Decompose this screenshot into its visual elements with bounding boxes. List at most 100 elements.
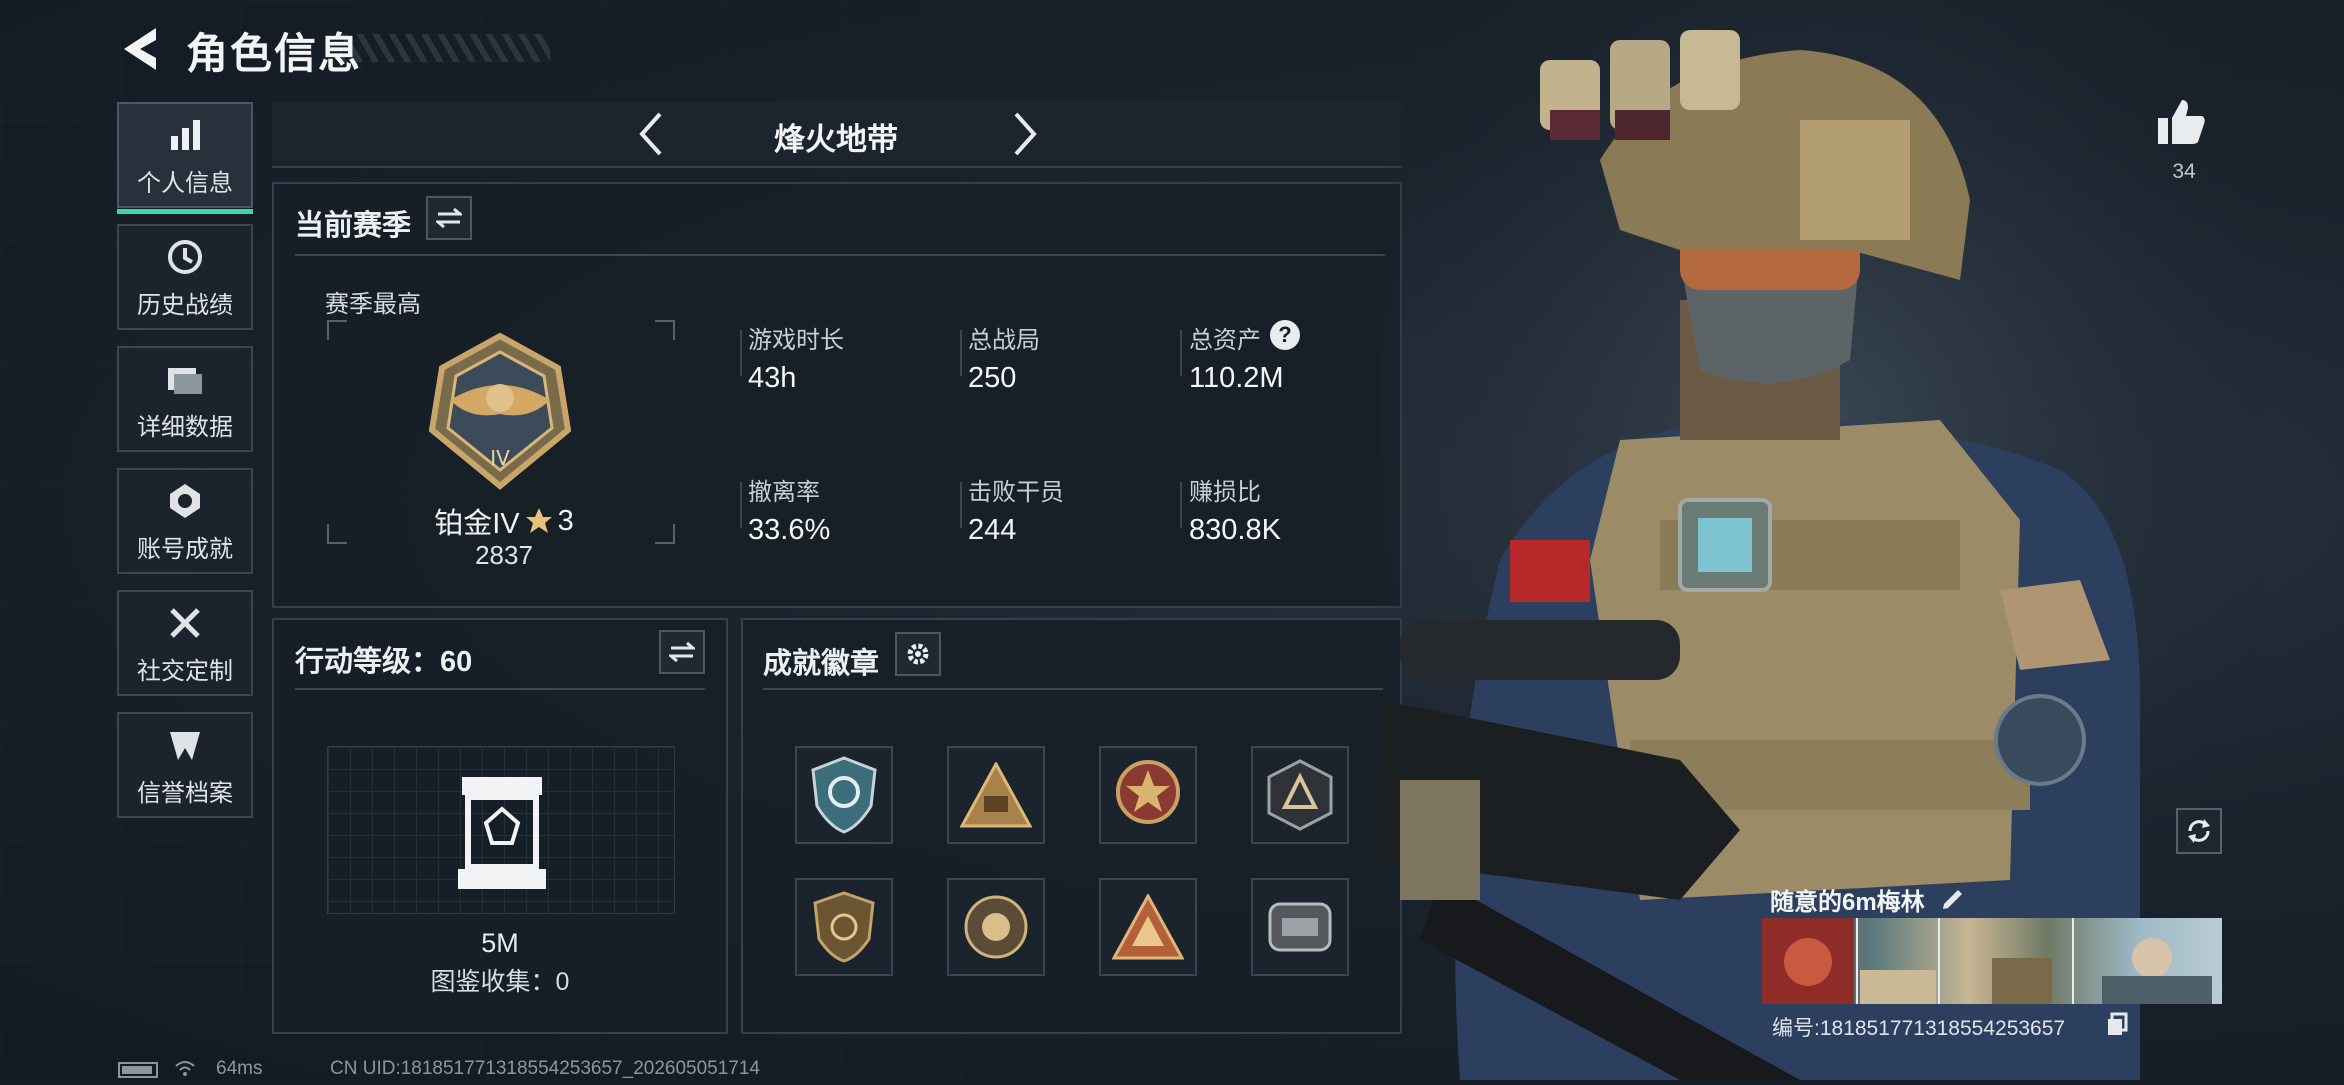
title-decoration [340, 34, 550, 62]
pencil-icon [1943, 890, 1962, 909]
refresh-button[interactable] [2176, 808, 2222, 854]
grey-emblem-badge-icon [1268, 902, 1332, 952]
sidebar-item-details[interactable]: 详细数据 [117, 346, 253, 452]
sidebar-item-label: 信誉档案 [137, 779, 233, 807]
sidebar-item-history[interactable]: 历史战绩 [117, 224, 253, 330]
svg-text:IV: IV [490, 446, 510, 470]
triangle-badge-icon [960, 762, 1032, 828]
stat-label-matches: 总战局 [968, 327, 1040, 354]
display-case-icon [458, 777, 546, 889]
stat-label-extract-rate: 撤离率 [748, 479, 820, 506]
stat-label-assets: 总资产 [1189, 327, 1261, 354]
action-level-title: 行动等级：60 [295, 646, 473, 678]
swap-icon [669, 641, 695, 663]
thumbs-up-icon [2158, 100, 2205, 144]
divider [295, 688, 705, 690]
stat-value-playtime: 43h [748, 362, 797, 394]
folder-icon [163, 357, 207, 401]
stat-separator [1180, 330, 1182, 376]
badge-settings-button[interactable] [895, 632, 941, 676]
edit-name-button[interactable] [1940, 884, 1966, 910]
season-title: 当前赛季 [295, 210, 412, 242]
divider [295, 254, 1385, 256]
frame-corner [655, 320, 675, 340]
page-title: 角色信息 [186, 30, 363, 77]
hex-badge-icon [1267, 759, 1333, 831]
sidebar-item-social[interactable]: 社交定制 [117, 590, 253, 696]
next-mode-button[interactable] [1010, 111, 1040, 157]
stat-value-matches: 250 [968, 362, 1017, 394]
stat-label-playtime: 游戏时长 [748, 327, 844, 354]
divider [763, 688, 1383, 690]
shield-badge-icon [811, 756, 877, 834]
stat-value-profit-ratio: 830.8K [1189, 514, 1281, 546]
rank-points: 2837 [475, 540, 533, 570]
copy-id-button[interactable] [2106, 1012, 2128, 1036]
profile-banner[interactable] [1762, 918, 2222, 1004]
player-id: 编号:18185177131855425365​7 [1772, 1012, 2065, 1042]
uid-text: CN UID:18185177131855425365​7_2026050517… [330, 1058, 760, 1079]
chevron-right-icon [1014, 112, 1037, 156]
season-switch-button[interactable] [426, 196, 472, 240]
action-level-switch-button[interactable] [659, 630, 705, 674]
back-button[interactable] [118, 24, 160, 74]
prev-mode-button[interactable] [636, 111, 666, 157]
battery-icon [118, 1062, 158, 1078]
season-best-label: 赛季最高 [325, 291, 421, 318]
ping-text: 64ms [216, 1058, 263, 1079]
copy-icon [2108, 1012, 2128, 1035]
like-button[interactable] [2156, 96, 2208, 148]
sidebar-item-label: 账号成就 [137, 535, 233, 563]
sidebar-item-personal-info[interactable]: 个人信息 [117, 102, 253, 214]
collection-value: 5M [481, 928, 519, 958]
history-icon [163, 235, 207, 279]
rank-name: 铂金IV [434, 508, 520, 540]
badge-slot[interactable] [795, 746, 893, 844]
player-id-text: 编号:18185177131855425365​7 [1772, 1017, 2066, 1040]
stat-value-extract-rate: 33.6% [748, 514, 831, 546]
frame-corner [327, 320, 347, 340]
gear-icon [907, 643, 929, 665]
frame-corner [655, 524, 675, 544]
badges-title: 成就徽章 [763, 648, 880, 680]
stat-separator [960, 482, 962, 528]
back-arrow-icon [124, 28, 156, 70]
badge-slot[interactable] [1099, 746, 1197, 844]
rank-emblem-icon: IV [420, 330, 580, 492]
stat-separator [1180, 482, 1182, 528]
sidebar-item-label: 社交定制 [137, 657, 233, 685]
orange-triangle-badge-icon [1112, 894, 1184, 960]
sidebar-item-achievements[interactable]: 账号成就 [117, 468, 253, 574]
frame-corner [327, 524, 347, 544]
badge-slot[interactable] [947, 878, 1045, 976]
stat-separator [960, 330, 962, 376]
stat-label-kills: 击败干员 [968, 479, 1064, 506]
bar-chart-icon [163, 113, 207, 157]
collection-count: 图鉴收集：0 [430, 968, 570, 996]
like-count: 34 [2172, 160, 2196, 183]
rank-stars: 3 [557, 504, 574, 537]
star-icon [525, 508, 552, 533]
sidebar-item-label: 个人信息 [137, 169, 233, 197]
badge-slot[interactable] [1251, 878, 1349, 976]
bronze-shield-badge-icon [813, 891, 875, 963]
badge-slot[interactable] [795, 878, 893, 976]
collection-display [327, 746, 675, 914]
sidebar-item-credit[interactable]: 信誉档案 [117, 712, 253, 818]
wifi-icon [174, 1058, 196, 1078]
achievement-icon [163, 479, 207, 523]
sidebar-item-label: 详细数据 [137, 413, 233, 441]
badge-slot[interactable] [947, 746, 1045, 844]
stat-label-profit-ratio: 赚损比 [1189, 479, 1261, 506]
badge-slot[interactable] [1099, 878, 1197, 976]
credit-icon [163, 723, 207, 767]
help-icon[interactable]: ? [1270, 320, 1300, 350]
tools-icon [163, 601, 207, 645]
star-medal-badge-icon [1116, 760, 1180, 824]
banner-art [1762, 918, 2212, 1004]
round-emblem-badge-icon [964, 895, 1028, 959]
badge-slot[interactable] [1251, 746, 1349, 844]
stat-value-kills: 244 [968, 514, 1017, 546]
mode-name: 烽火地带 [774, 122, 898, 157]
player-name: 随意的6m梅林 [1770, 889, 1925, 916]
